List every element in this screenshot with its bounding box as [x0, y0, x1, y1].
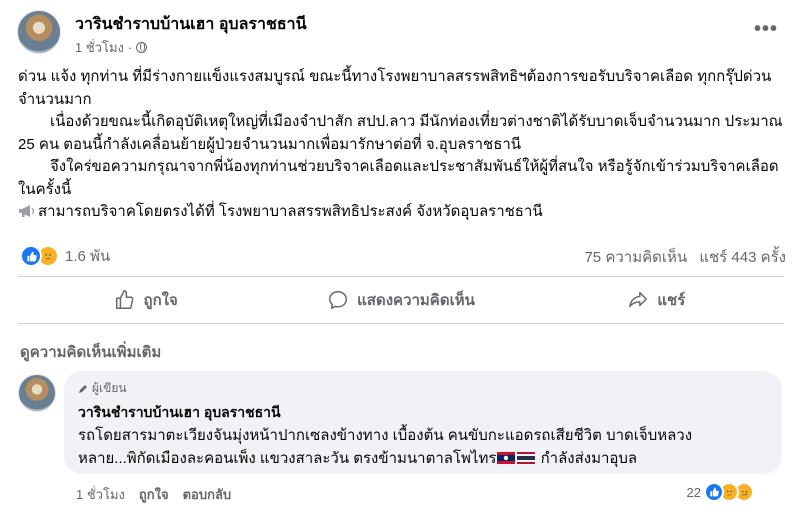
post-paragraph-2: เนื่องด้วยขณะนี้เกิดอุบัติเหตุใหญ่ที่เมื… [18, 113, 783, 153]
post-header: วารินชำราบบ้านเฮา อุบลราชธานี 1 ชั่วโมง … [0, 0, 800, 62]
comment-text: รถโดยสารมาตะเวียงจันมุ่งหน้าปากเซลงข้างท… [78, 424, 768, 470]
comment-bubble: ผู้เขียน วารินชำราบบ้านเฮา อุบลราชธานี ร… [64, 371, 782, 474]
post-paragraph-4: สามารถบริจาคโดยตรงได้ที่ โรงพยาบาลสรรพสิ… [18, 201, 786, 224]
meta-separator: · [127, 40, 133, 55]
author-badge-label: ผู้เขียน [92, 381, 127, 395]
reaction-summary[interactable]: 1.6 พัน [20, 244, 110, 268]
like-button[interactable]: ถูกใจ [18, 280, 273, 320]
comment-actions: 1 ชั่วโมง ถูกใจ ตอบกลับ [76, 484, 231, 505]
author-name[interactable]: วารินชำราบบ้านเฮา อุบลราชธานี [75, 12, 307, 37]
comment-text-part2: กำลังส่งมาอุบล [540, 450, 638, 467]
comment-like-reaction-icon [704, 482, 724, 502]
comment-reply-button[interactable]: ตอบกลับ [183, 484, 232, 505]
post-meta: 1 ชั่วโมง · [75, 37, 148, 58]
stats-right: 75 ความคิดเห็น แชร์ 443 ครั้ง [576, 245, 786, 269]
post-stats: 1.6 พัน 75 ความคิดเห็น แชร์ 443 ครั้ง [0, 240, 800, 270]
post-paragraph-1: ด่วน แจ้ง ทุกท่าน ที่มีร่างกายแข็งแรงสมบ… [18, 68, 772, 108]
comment-time[interactable]: 1 ชั่วโมง [76, 484, 125, 505]
post-paragraph-3: จึงใคร่ขอความกรุณาจากพี่น้องทุกท่านช่วยบ… [18, 158, 779, 198]
thailand-flag-icon [517, 452, 536, 464]
globe-icon[interactable] [136, 42, 148, 53]
like-reaction-icon [20, 245, 42, 267]
comment-reactions[interactable]: 22 [687, 482, 754, 502]
reactions-count[interactable]: 1.6 พัน [65, 244, 110, 268]
comment-author[interactable]: วารินชำราบบ้านเฮา อุบลราชธานี [78, 402, 281, 424]
post-paragraph-4-text: สามารถบริจาคโดยตรงได้ที่ โรงพยาบาลสรรพสิ… [38, 203, 543, 220]
comment-reaction-count: 22 [686, 484, 701, 500]
post-body: ด่วน แจ้ง ทุกท่าน ที่มีร่างกายแข็งแรงสมบ… [18, 66, 786, 224]
like-button-label: ถูกใจ [143, 292, 178, 309]
share-button[interactable]: แชร์ [529, 280, 784, 320]
share-arrow-icon [629, 291, 648, 308]
shares-count[interactable]: แชร์ 443 ครั้ง [699, 249, 786, 266]
pen-icon [79, 384, 87, 393]
commenter-avatar[interactable] [18, 374, 56, 412]
comment-like-button[interactable]: ถูกใจ [139, 484, 169, 505]
laos-flag-icon [497, 452, 516, 464]
megaphone-icon [19, 205, 35, 217]
comment-button[interactable]: แสดงความคิดเห็น [273, 280, 528, 320]
more-options-icon[interactable]: ••• [754, 18, 778, 41]
comments-count[interactable]: 75 ความคิดเห็น [584, 249, 687, 266]
post-actions: ถูกใจ แสดงความคิดเห็น แชร์ [18, 280, 784, 320]
divider-top [18, 276, 784, 277]
author-avatar[interactable] [17, 10, 61, 54]
comment-bubble-icon [329, 291, 348, 309]
author-badge: ผู้เขียน [78, 379, 127, 398]
view-more-comments-link[interactable]: ดูความคิดเห็นเพิ่มเติม [20, 340, 161, 364]
share-button-label: แชร์ [657, 292, 686, 309]
post-time[interactable]: 1 ชั่วโมง [75, 37, 124, 58]
comment-button-label: แสดงความคิดเห็น [357, 292, 475, 309]
thumbs-up-icon [115, 290, 133, 309]
divider-bottom [18, 323, 784, 324]
